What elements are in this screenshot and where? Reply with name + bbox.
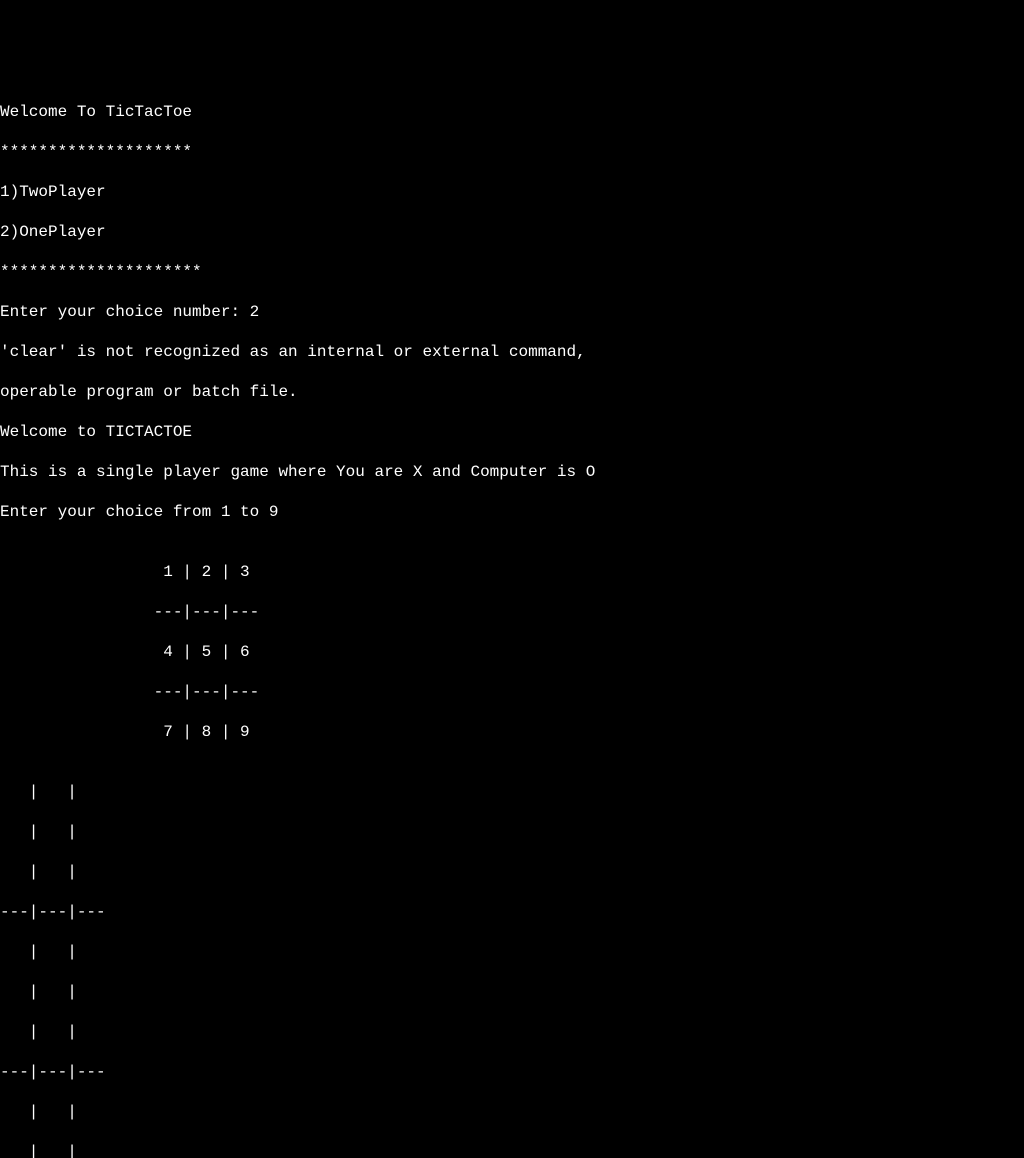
- menu-option-two-player: 1)TwoPlayer: [0, 182, 1024, 202]
- game-board-cell-row: | |: [0, 1102, 1024, 1122]
- game-description: This is a single player game where You a…: [0, 462, 1024, 482]
- game-board-cell-row: | |: [0, 942, 1024, 962]
- divider-stars: ********************: [0, 142, 1024, 162]
- choice-range-prompt: Enter your choice from 1 to 9: [0, 502, 1024, 522]
- terminal-output[interactable]: Welcome To TicTacToe *******************…: [0, 80, 1024, 1158]
- game-board-cell-row: | |: [0, 1022, 1024, 1042]
- reference-board-row-1: 1 | 2 | 3: [0, 562, 1024, 582]
- game-board-cell-row: | |: [0, 782, 1024, 802]
- reference-board-row-2: 4 | 5 | 6: [0, 642, 1024, 662]
- game-board-cell-row: | |: [0, 982, 1024, 1002]
- game-board-divider: ---|---|---: [0, 902, 1024, 922]
- error-clear-not-recognized-2: operable program or batch file.: [0, 382, 1024, 402]
- menu-option-one-player: 2)OnePlayer: [0, 222, 1024, 242]
- divider-stars: *********************: [0, 262, 1024, 282]
- reference-board-row-3: 7 | 8 | 9: [0, 722, 1024, 742]
- reference-board-divider: ---|---|---: [0, 682, 1024, 702]
- reference-board-divider: ---|---|---: [0, 602, 1024, 622]
- game-board-cell-row: | |: [0, 862, 1024, 882]
- game-board-cell-row: | |: [0, 822, 1024, 842]
- welcome-title: Welcome To TicTacToe: [0, 102, 1024, 122]
- error-clear-not-recognized: 'clear' is not recognized as an internal…: [0, 342, 1024, 362]
- welcome-game: Welcome to TICTACTOE: [0, 422, 1024, 442]
- choice-prompt-answered: Enter your choice number: 2: [0, 302, 1024, 322]
- game-board-divider: ---|---|---: [0, 1062, 1024, 1082]
- game-board-cell-row: | |: [0, 1142, 1024, 1158]
